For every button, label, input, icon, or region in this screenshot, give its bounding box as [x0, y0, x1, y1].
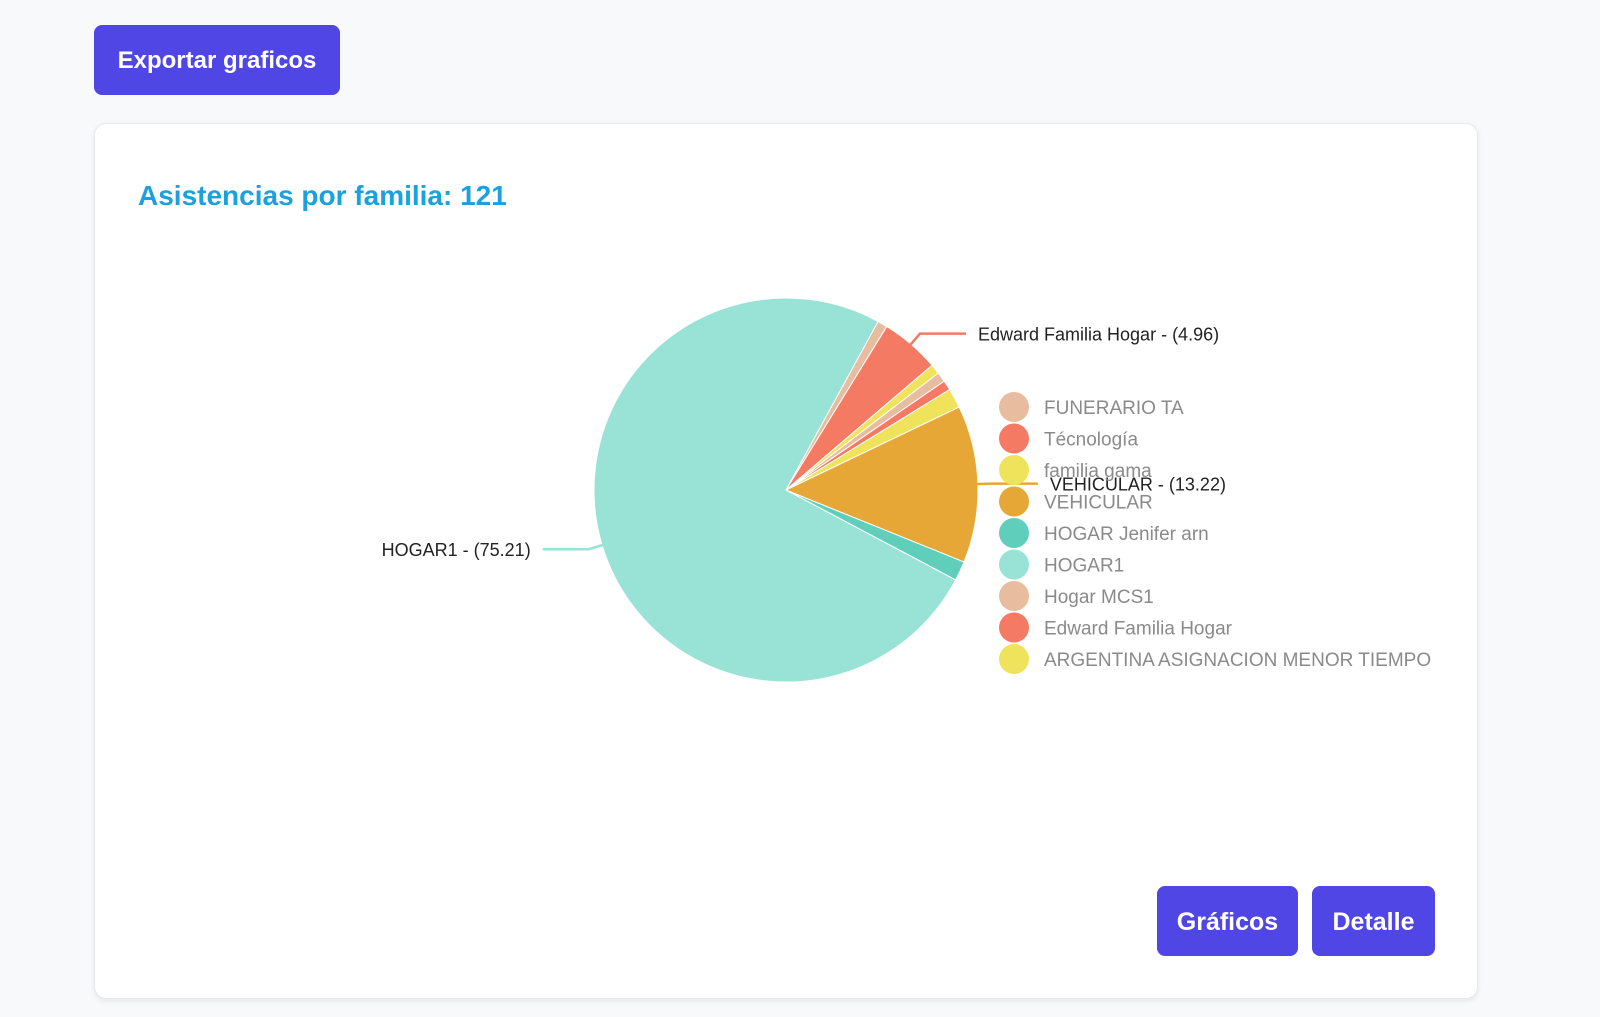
legend-label[interactable]: Técnología: [1044, 430, 1138, 451]
legend-marker[interactable]: [999, 486, 1029, 517]
graficos-button[interactable]: Gráficos: [1157, 886, 1298, 956]
legend-marker[interactable]: [999, 549, 1029, 580]
slice-data-label: HOGAR1 - (75.21): [382, 540, 531, 560]
legend-marker[interactable]: [999, 455, 1029, 485]
pie-slices: [593, 297, 979, 683]
legend-marker[interactable]: [999, 518, 1029, 548]
callout-line: [973, 482, 1038, 486]
legend-marker[interactable]: [999, 423, 1029, 454]
slice-data-label: Edward Familia Hogar - (4.96): [978, 325, 1219, 345]
legend-label[interactable]: VEHICULAR: [1044, 493, 1153, 514]
legend-label[interactable]: HOGAR Jenifer arn: [1044, 524, 1209, 545]
callout-line: [542, 542, 607, 551]
callout-line: [907, 332, 966, 349]
legend-label[interactable]: HOGAR1: [1044, 556, 1124, 577]
chart-card: Asistencias por familia: 121 HOGAR1 - (7…: [94, 123, 1478, 999]
legend-label[interactable]: Edward Familia Hogar: [1044, 619, 1233, 640]
pie-chart: HOGAR1 - (75.21) Edward Familia Hogar - (…: [382, 297, 1431, 683]
legend-marker[interactable]: [999, 392, 1029, 422]
chart-legend[interactable]: FUNERARIO TA Técnología familia gama VEHICU…: [999, 392, 1431, 674]
legend-marker[interactable]: [999, 581, 1029, 611]
legend-marker[interactable]: [999, 644, 1029, 674]
detalle-button[interactable]: Detalle: [1312, 886, 1435, 956]
legend-label[interactable]: Hogar MCS1: [1044, 587, 1154, 608]
legend-label[interactable]: familia gama: [1044, 461, 1152, 482]
legend-label[interactable]: FUNERARIO TA: [1044, 398, 1184, 419]
export-charts-button[interactable]: Exportar graficos: [94, 25, 340, 95]
legend-label[interactable]: ARGENTINA ASIGNACION MENOR TIEMPO: [1044, 650, 1431, 671]
legend-marker[interactable]: [999, 612, 1029, 643]
